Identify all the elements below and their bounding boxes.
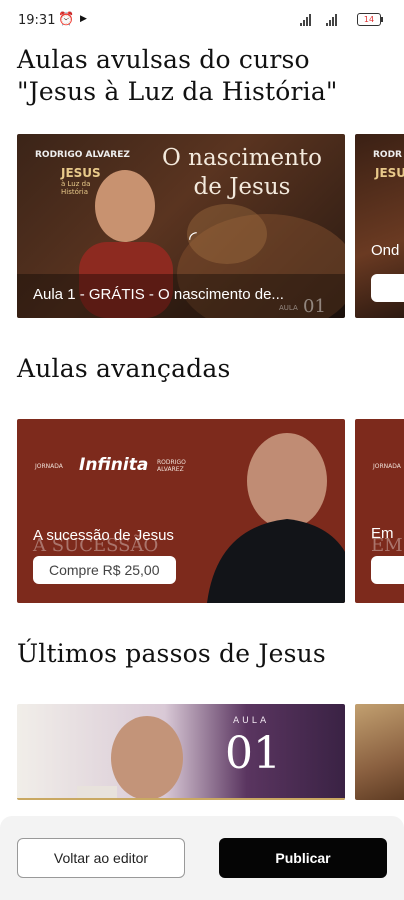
lesson-card-1[interactable]: RODRIGO ALVAREZ JESUS à Luz da História … [17,134,345,318]
cell-signal-icon [326,14,337,26]
section-title-line2: "Jesus à Luz da História" [17,77,338,106]
last-steps-card-1[interactable]: AULA 01 [17,704,345,800]
overlay-author: RODR [373,150,402,160]
overlay-author: RODRIGO ALVAREZ [157,459,186,473]
status-bar: 19:31 ⏰ ▶ 14 [0,0,404,40]
lesson-title: Aula 1 - GRÁTIS - O nascimento de... [33,286,284,303]
overlay-number: 01 [303,296,326,317]
section-title-line1: Aulas avulsas do curso [17,45,310,74]
loading-spinner-icon: ◜ [189,226,197,250]
overlay-number: 01 [225,728,281,779]
overlay-aula: AULA [233,716,270,726]
wifi-signal-icon [300,14,311,26]
section-title-aulas-avancadas: Aulas avançadas [17,354,231,383]
price-button-partial[interactable] [371,274,404,302]
bottom-action-bar: Voltar ao editor Publicar [0,816,404,900]
lesson-title: A sucessão de Jesus [33,527,174,544]
price-button-partial[interactable] [371,556,404,584]
last-steps-card-2[interactable] [355,704,404,800]
overlay-series: JESU [375,166,404,180]
section-title-aulas-avulsas: Aulas avulsas do curso "Jesus à Luz da H… [17,44,338,108]
back-to-editor-button[interactable]: Voltar ao editor [17,838,185,878]
play-icon: ▶ [80,14,87,24]
overlay-author: RODRIGO ALVAREZ [35,150,130,160]
overlay-jornada: JORNADA [373,463,401,470]
lesson-title: Ond [371,242,400,259]
advanced-card-1[interactable]: JORNADA Infinita RODRIGO ALVAREZ A SUCES… [17,419,345,603]
advanced-card-2[interactable]: JORNADA EM Em [355,419,404,603]
section-title-ultimos-passos: Últimos passos de Jesus [17,639,326,668]
overlay-subtitle: à Luz da História [61,180,91,196]
alarm-icon: ⏰ [58,12,75,27]
status-time: 19:31 [18,13,56,28]
overlay-aula: AULA [279,304,298,312]
overlay-heading: O nascimento de Jesus [161,145,323,200]
battery-icon: 14 [357,13,383,26]
buy-button[interactable]: Compre R$ 25,00 [33,556,176,584]
lesson-card-2[interactable]: RODR JESU Ond [355,134,404,318]
overlay-jornada: JORNADA [35,463,63,470]
publish-button[interactable]: Publicar [219,838,387,878]
overlay-series: JESUS [61,166,101,180]
lesson-title: Em [371,525,394,542]
last-steps-thumbnail [17,716,345,800]
overlay-brand: Infinita [79,455,149,475]
